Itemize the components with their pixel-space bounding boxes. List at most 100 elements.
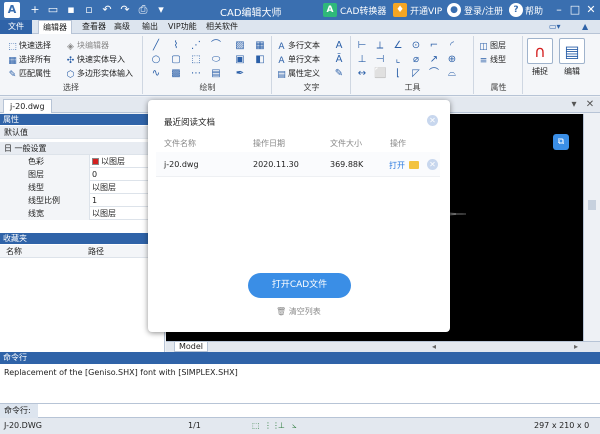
close-icon[interactable]: ✕ (584, 3, 598, 17)
converter-icon[interactable]: A (323, 3, 337, 17)
quick-entity-import-button[interactable]: ✣ 快速实体导入 (66, 54, 125, 66)
gradient-icon[interactable]: ▤ (210, 68, 222, 80)
file-menu[interactable]: 文件 (0, 20, 32, 34)
command-input[interactable] (0, 404, 600, 418)
user-icon[interactable]: ● (447, 3, 461, 17)
dashed-rect-icon[interactable]: ⬚ (190, 54, 202, 66)
quick-select-button[interactable]: ⬚ 快速选择 (8, 40, 51, 52)
save-icon[interactable]: ▪ (64, 3, 78, 17)
save-as-icon[interactable]: ▫ (82, 3, 96, 17)
snap-icon[interactable]: ⬚ (252, 418, 260, 434)
ortho-icon[interactable]: ⊥ (278, 418, 285, 434)
match-properties-button[interactable]: ✎ 匹配属性 (8, 68, 51, 80)
help-icon[interactable]: ? (509, 3, 523, 17)
select-all-button[interactable]: ▦ 选择所有 (8, 54, 51, 66)
open-cad-button[interactable]: 打开CAD文件 (248, 273, 351, 298)
open-file-icon[interactable]: ▭ (46, 3, 60, 17)
table-icon[interactable]: ▦ (254, 40, 266, 52)
text-pen-icon[interactable]: ✎ (333, 68, 345, 80)
style-dropdown-icon[interactable]: ▭▾ (545, 20, 565, 34)
scroll-thumb[interactable] (588, 200, 596, 210)
layer-button[interactable]: ◫ 图层 (479, 40, 506, 52)
dropdown-icon[interactable]: ▾ (154, 3, 168, 17)
break-icon[interactable]: ⌒ (428, 68, 440, 80)
continue-dim-icon[interactable]: ⊣ (374, 54, 386, 66)
print-icon[interactable]: ⎙ (136, 3, 150, 17)
tab-advanced[interactable]: 高级 (110, 20, 134, 34)
line-icon[interactable]: ╱ (150, 40, 162, 52)
polar-icon[interactable]: ⦣ (292, 418, 297, 434)
table-row[interactable]: j-20.dwg 2020.11.30 369.88K 打开 ✕ (156, 152, 440, 177)
converter-link[interactable]: CAD转换器 (340, 4, 386, 17)
center-mark-icon[interactable]: ⊕ (446, 54, 458, 66)
polyline-icon[interactable]: ⌇ (170, 40, 182, 52)
tab-close-icon[interactable]: ✕ (584, 99, 596, 111)
spline-icon[interactable]: ∿ (150, 68, 162, 80)
aligned-dim-icon[interactable]: ⟂ (374, 40, 386, 52)
arc-icon[interactable]: ⌒ (210, 40, 222, 52)
tab-vip[interactable]: VIP功能 (164, 20, 201, 34)
tab-related-software[interactable]: 相关软件 (202, 20, 242, 34)
circle-icon[interactable]: ○ (150, 54, 162, 66)
single-line-text-button[interactable]: A 单行文本 (277, 54, 320, 66)
copy-icon[interactable]: ⧉ (553, 134, 569, 150)
redo-icon[interactable]: ↷ (118, 3, 132, 17)
arc-length-icon[interactable]: ◜ (446, 40, 458, 52)
prop-row[interactable]: 线型比例 1 (0, 194, 160, 207)
folder-icon[interactable] (409, 161, 419, 169)
dimension-icon[interactable]: ⊢ (356, 40, 368, 52)
tolerance-icon[interactable]: ↗ (428, 54, 440, 66)
vertical-scrollbar[interactable] (583, 114, 600, 341)
leader-icon[interactable]: ⌐ (428, 40, 440, 52)
color-fill-icon[interactable]: ◧ (254, 54, 266, 66)
general-section[interactable]: 日 一般设置 (0, 142, 160, 155)
angle-icon[interactable]: ∠ (392, 40, 404, 52)
login-link[interactable]: 登录/注册 (464, 4, 503, 17)
prop-row[interactable]: 图层 0 (0, 168, 160, 181)
tab-editor[interactable]: 编辑器 (38, 20, 72, 34)
document-tab[interactable]: j-20.dwg (3, 99, 52, 113)
help-link[interactable]: 帮助 (525, 4, 543, 17)
clear-list-button[interactable]: 🗑 清空列表 (276, 306, 321, 317)
prop-row[interactable]: 线宽 以图层 (0, 207, 160, 220)
tab-viewer[interactable]: 查看器 (78, 20, 110, 34)
rectangle-icon[interactable]: ▢ (170, 54, 182, 66)
ribbon-collapse-icon[interactable]: ▲ (578, 20, 592, 34)
multiline-text-button[interactable]: A 多行文本 (277, 40, 320, 52)
chamfer-icon[interactable]: ◸ (410, 68, 422, 80)
minimize-icon[interactable]: – (552, 3, 566, 17)
join-icon[interactable]: ⌓ (446, 68, 458, 80)
pattern-icon[interactable]: ▩ (170, 68, 182, 80)
ellipse-icon[interactable]: ⬭ (210, 54, 222, 66)
model-tab[interactable]: Model (174, 342, 209, 352)
new-file-icon[interactable]: + (28, 3, 42, 17)
remove-row-icon[interactable]: ✕ (427, 159, 438, 170)
ordinate-icon[interactable]: ⌞ (392, 54, 404, 66)
text-style-icon[interactable]: A (333, 40, 345, 52)
diameter-icon[interactable]: ⌀ (410, 54, 422, 66)
hatch-icon[interactable]: ▨ (234, 40, 246, 52)
point-icon[interactable]: ⋯ (190, 68, 202, 80)
linetype-button[interactable]: ≡ 线型 (479, 54, 506, 66)
distance-icon[interactable]: ↔ (356, 68, 368, 80)
maximize-icon[interactable]: □ (568, 3, 582, 17)
tab-output[interactable]: 输出 (138, 20, 162, 34)
prop-row[interactable]: 线型 以图层 (0, 181, 160, 194)
polygon-entity-input-button[interactable]: ⬡ 多边形实体输入 (66, 68, 133, 80)
multi-line-icon[interactable]: ⋰ (190, 40, 202, 52)
tab-list-icon[interactable]: ▾ (568, 99, 580, 111)
image-icon[interactable]: ▣ (234, 54, 246, 66)
area-icon[interactable]: ⬜ (374, 68, 386, 80)
radius-icon[interactable]: ⊙ (410, 40, 422, 52)
dialog-close-icon[interactable]: ✕ (427, 115, 438, 126)
vip-link[interactable]: 开通VIP (410, 4, 442, 17)
attribute-definition-button[interactable]: ▤ 属性定义 (277, 68, 320, 80)
vip-icon[interactable]: ♦ (393, 3, 407, 17)
baseline-icon[interactable]: ⊥ (356, 54, 368, 66)
edit-button[interactable]: ▤ 编辑 (558, 38, 586, 77)
prop-row[interactable]: 色彩 以图层 (0, 155, 160, 168)
capture-button[interactable]: ∩ 捕捉 (526, 38, 554, 77)
pen-icon[interactable]: ✒ (234, 68, 246, 80)
fillet-icon[interactable]: ⌊ (392, 68, 404, 80)
undo-icon[interactable]: ↶ (100, 3, 114, 17)
